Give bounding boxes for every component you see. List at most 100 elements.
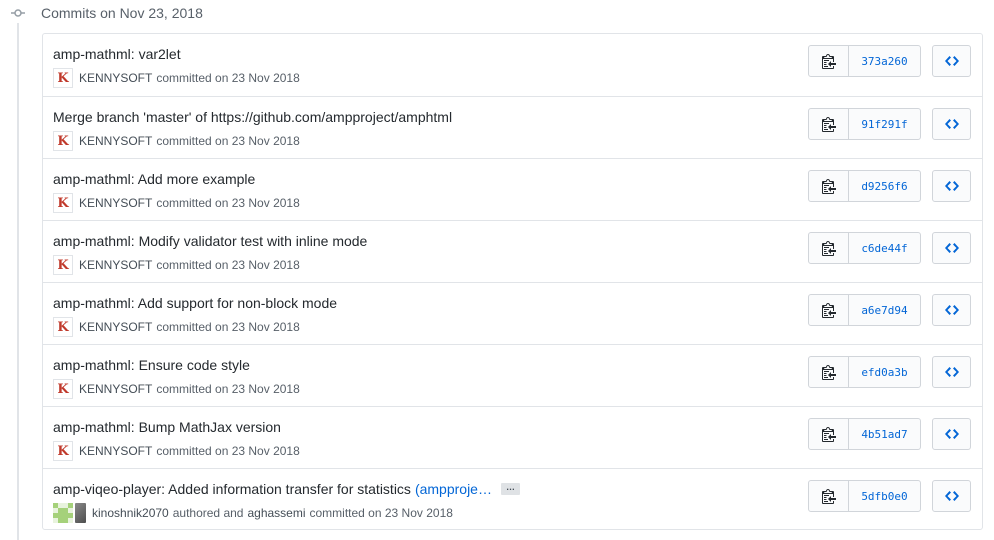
avatar-letter: K	[57, 70, 69, 86]
commit-sha-link[interactable]: a6e7d94	[849, 295, 920, 325]
commit-author[interactable]: KENNYSOFT	[79, 258, 152, 272]
commit-row: amp-mathml: Bump MathJax version K KENNY…	[43, 406, 982, 468]
commit-sha-link[interactable]: efd0a3b	[849, 357, 920, 387]
commit-title[interactable]: amp-mathml: Ensure code style	[53, 357, 250, 373]
commit-group-title: Commits on Nov 23, 2018	[41, 5, 203, 21]
commit-sha-link[interactable]: 4b51ad7	[849, 419, 920, 449]
commit-sha-link[interactable]: d9256f6	[849, 171, 920, 201]
clippy-icon	[821, 489, 836, 504]
browse-repo-button[interactable]	[932, 108, 971, 140]
browse-repo-button[interactable]	[932, 170, 971, 202]
commit-list: amp-mathml: var2let K KENNYSOFT committe…	[42, 33, 983, 530]
commit-meta: K KENNYSOFT committed on 23 Nov 2018	[53, 131, 300, 151]
commit-author[interactable]: KENNYSOFT	[79, 134, 152, 148]
commit-message[interactable]: amp-mathml: Add more example	[53, 171, 255, 187]
commit-meta: K KENNYSOFT committed on 23 Nov 2018	[53, 68, 300, 88]
copy-sha-button[interactable]	[809, 419, 849, 449]
avatar[interactable]: K	[53, 255, 73, 275]
copy-sha-button[interactable]	[809, 109, 849, 139]
avatar[interactable]: K	[53, 317, 73, 337]
avatar-identicon[interactable]	[53, 503, 73, 523]
commit-author[interactable]: KENNYSOFT	[79, 71, 152, 85]
timeline-line	[17, 20, 19, 540]
clippy-icon	[821, 365, 836, 380]
commit-title[interactable]: amp-mathml: Add support for non-block mo…	[53, 295, 337, 311]
commit-author[interactable]: kinoshnik2070	[92, 506, 169, 520]
commit-message[interactable]: amp-mathml: Modify validator test with i…	[53, 233, 367, 249]
commit-sha-link[interactable]: 5dfb0e0	[849, 481, 920, 511]
commit-row: amp-viqeo-player: Added information tran…	[43, 468, 982, 529]
commit-message[interactable]: amp-mathml: var2let	[53, 46, 181, 62]
copy-sha-button[interactable]	[809, 171, 849, 201]
commit-date: committed on 23 Nov 2018	[156, 196, 300, 210]
commit-row: amp-mathml: Modify validator test with i…	[43, 220, 982, 282]
commit-author[interactable]: KENNYSOFT	[79, 382, 152, 396]
commit-message[interactable]: amp-viqeo-player: Added information tran…	[53, 481, 411, 497]
commit-date: committed on 23 Nov 2018	[156, 134, 300, 148]
code-icon	[944, 491, 959, 501]
browse-repo-button[interactable]	[932, 294, 971, 326]
browse-repo-button[interactable]	[932, 480, 971, 512]
commit-meta: K KENNYSOFT committed on 23 Nov 2018	[53, 193, 300, 213]
sha-button-group: 373a260	[808, 45, 921, 77]
commit-author[interactable]: KENNYSOFT	[79, 196, 152, 210]
avatar[interactable]: K	[53, 68, 73, 88]
commit-sha-link[interactable]: 373a260	[849, 46, 920, 76]
browse-repo-button[interactable]	[932, 45, 971, 77]
commit-date: committed on 23 Nov 2018	[156, 444, 300, 458]
avatar-letter: K	[57, 319, 69, 335]
sha-button-group: d9256f6	[808, 170, 921, 202]
commit-title[interactable]: amp-mathml: var2let	[53, 46, 181, 62]
avatar[interactable]: K	[53, 441, 73, 461]
commit-date: committed on 23 Nov 2018	[156, 258, 300, 272]
avatar[interactable]: K	[53, 193, 73, 213]
commit-message[interactable]: amp-mathml: Ensure code style	[53, 357, 250, 373]
commit-title[interactable]: amp-mathml: Bump MathJax version	[53, 419, 281, 435]
browse-repo-button[interactable]	[932, 356, 971, 388]
copy-sha-button[interactable]	[809, 357, 849, 387]
avatar-photo[interactable]	[75, 503, 86, 523]
avatar[interactable]: K	[53, 379, 73, 399]
clippy-icon	[821, 54, 836, 69]
clippy-icon	[821, 179, 836, 194]
browse-repo-button[interactable]	[932, 232, 971, 264]
commit-title[interactable]: Merge branch 'master' of https://github.…	[53, 109, 452, 125]
commit-date: committed on 23 Nov 2018	[156, 320, 300, 334]
commit-row: amp-mathml: Ensure code style K KENNYSOF…	[43, 344, 982, 406]
copy-sha-button[interactable]	[809, 481, 849, 511]
commit-date: committed on 23 Nov 2018	[156, 71, 300, 85]
code-icon	[944, 119, 959, 129]
browse-repo-button[interactable]	[932, 418, 971, 450]
sha-button-group: a6e7d94	[808, 294, 921, 326]
copy-sha-button[interactable]	[809, 295, 849, 325]
commit-message[interactable]: amp-mathml: Add support for non-block mo…	[53, 295, 337, 311]
commit-group-header: Commits on Nov 23, 2018	[8, 3, 203, 23]
commit-row: amp-mathml: Add support for non-block mo…	[43, 282, 982, 344]
commit-title[interactable]: amp-viqeo-player: Added information tran…	[53, 481, 520, 497]
avatar-letter: K	[57, 133, 69, 149]
clippy-icon	[821, 117, 836, 132]
commit-row: Merge branch 'master' of https://github.…	[43, 96, 982, 158]
commit-title[interactable]: amp-mathml: Add more example	[53, 171, 255, 187]
pull-request-link[interactable]: (ampproje…	[415, 481, 492, 497]
avatar[interactable]: K	[53, 131, 73, 151]
commit-message[interactable]: amp-mathml: Bump MathJax version	[53, 419, 281, 435]
avatar-letter: K	[57, 381, 69, 397]
sha-button-group: efd0a3b	[808, 356, 921, 388]
commit-author[interactable]: KENNYSOFT	[79, 444, 152, 458]
commit-message[interactable]: Merge branch 'master' of https://github.…	[53, 109, 452, 125]
avatar-letter: K	[57, 195, 69, 211]
commit-sha-link[interactable]: c6de44f	[849, 233, 920, 263]
avatar-letter: K	[57, 257, 69, 273]
commit-author[interactable]: KENNYSOFT	[79, 320, 152, 334]
expand-message-button[interactable]: …	[500, 483, 520, 495]
copy-sha-button[interactable]	[809, 46, 849, 76]
commit-meta: K KENNYSOFT committed on 23 Nov 2018	[53, 441, 300, 461]
authored-label: authored and	[172, 506, 244, 520]
copy-sha-button[interactable]	[809, 233, 849, 263]
commit-title[interactable]: amp-mathml: Modify validator test with i…	[53, 233, 367, 249]
code-icon	[944, 56, 959, 66]
commit-committer[interactable]: aghassemi	[247, 506, 305, 520]
commit-meta: K KENNYSOFT committed on 23 Nov 2018	[53, 379, 300, 399]
commit-sha-link[interactable]: 91f291f	[849, 109, 920, 139]
